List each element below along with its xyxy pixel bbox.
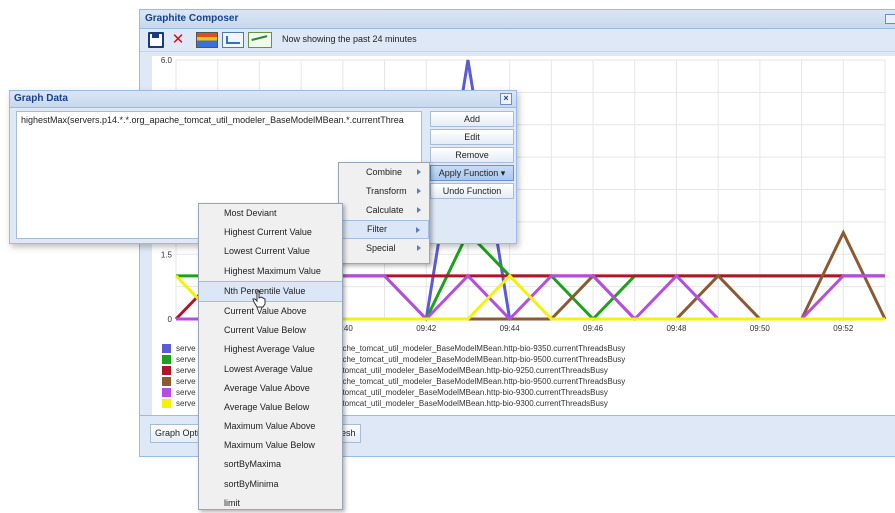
target-item[interactable]: highestMax(servers.p14.*.*.org_apache_to… (17, 112, 421, 128)
filter-menu-item[interactable]: Current Value Above (199, 302, 342, 321)
legend-item: serve _tomcat_util_modeler_BaseModelMBean… (162, 398, 608, 409)
x-tick-label: 09:52 (833, 324, 854, 333)
legend-label: serve (176, 388, 196, 397)
x-tick-label: 09:44 (500, 324, 521, 333)
composer-titlebar: Graphite Composer (140, 10, 895, 29)
x-tick-label: 09:50 (750, 324, 771, 333)
x-tick-label: 09:46 (583, 324, 604, 333)
filter-menu-item[interactable]: sortByMinima (199, 475, 342, 494)
window-restore-icon[interactable] (885, 14, 895, 24)
filter-submenu: Most Deviant Highest Current Value Lowest … (198, 203, 343, 510)
menu-item-label: Calculate (366, 205, 404, 215)
legend-item: serve ache_tomcat_util_modeler_BaseModelM… (162, 354, 625, 365)
legend-swatch (162, 344, 171, 353)
filter-menu-item[interactable]: Highest Average Value (199, 340, 342, 359)
filter-menu-item[interactable]: Current Value Below (199, 321, 342, 340)
save-icon[interactable] (148, 32, 164, 48)
hand-cursor-icon (252, 290, 266, 308)
apply-function-button[interactable]: Apply Function ▾ (430, 165, 514, 181)
chevron-right-icon (417, 245, 421, 251)
legend-series-name: ache_tomcat_util_modeler_BaseModelMBean.… (338, 355, 626, 364)
time-range-status: Now showing the past 24 minutes (282, 34, 417, 44)
chevron-right-icon (417, 188, 421, 194)
x-tick-label: 09:48 (666, 324, 687, 333)
dialog-title: Graph Data (14, 93, 68, 104)
legend-swatch (162, 388, 171, 397)
y-tick-label: 6.0 (161, 56, 173, 65)
delete-icon[interactable]: ✕ (170, 32, 186, 48)
filter-menu-item[interactable]: Highest Maximum Value (199, 262, 342, 281)
filter-menu-item[interactable]: Most Deviant (199, 204, 342, 223)
y-tick-label: 0 (168, 315, 173, 324)
filter-menu-item[interactable]: Nth Percentile Value (199, 280, 342, 302)
menu-item-label: Filter (367, 224, 387, 234)
dialog-titlebar: Graph Data × (10, 91, 516, 108)
legend-item: serve _tomcat_util_modeler_BaseModelMBean… (162, 365, 608, 376)
menu-item-label: Transform (366, 186, 407, 196)
legend-swatch (162, 377, 171, 386)
legend-label: serve (176, 399, 196, 408)
legend-swatch (162, 399, 171, 408)
legend-swatch (162, 366, 171, 375)
menu-item-label: Special (366, 243, 396, 253)
legend-swatch (162, 355, 171, 364)
filter-menu-item[interactable]: Average Value Above (199, 379, 342, 398)
menu-item-filter[interactable]: Filter (339, 220, 429, 239)
image-icon[interactable] (222, 32, 244, 48)
filter-menu-item[interactable]: Lowest Average Value (199, 360, 342, 379)
graph-icon[interactable] (248, 32, 272, 48)
chevron-right-icon (416, 227, 420, 233)
x-tick-label: 09:42 (416, 324, 437, 333)
menu-item-combine[interactable]: Combine (339, 163, 429, 182)
function-menu: Combine Transform Calculate Filter Speci… (338, 162, 430, 264)
composer-title: Graphite Composer (145, 13, 239, 24)
legend-label: serve (176, 377, 196, 386)
add-button[interactable]: Add (430, 111, 514, 127)
legend-label: serve (176, 355, 196, 364)
close-icon[interactable]: × (500, 93, 512, 105)
legend-label: serve (176, 366, 196, 375)
filter-menu-item[interactable]: Average Value Below (199, 398, 342, 417)
chevron-right-icon (417, 207, 421, 213)
legend-item: serve ache_tomcat_util_modeler_BaseModelM… (162, 343, 625, 354)
filter-menu-item[interactable]: Lowest Current Value (199, 242, 342, 261)
menu-item-transform[interactable]: Transform (339, 182, 429, 201)
apply-function-label: Apply Function (438, 168, 499, 178)
legend-series-name: ache_tomcat_util_modeler_BaseModelMBean.… (338, 377, 626, 386)
legend-item: serve ache_tomcat_util_modeler_BaseModelM… (162, 376, 625, 387)
filter-menu-item[interactable]: Maximum Value Below (199, 436, 342, 455)
y-tick-label: 1.5 (161, 250, 173, 259)
chart-icon[interactable] (196, 32, 218, 48)
undo-function-button[interactable]: Undo Function (430, 183, 514, 199)
menu-item-calculate[interactable]: Calculate (339, 201, 429, 220)
composer-toolbar: ✕ Now showing the past 24 minutes (140, 29, 895, 52)
filter-menu-item[interactable]: limit (199, 494, 342, 513)
remove-button[interactable]: Remove (430, 147, 514, 163)
graph-options-button[interactable]: Graph Opti (150, 424, 205, 443)
legend-series-name: ache_tomcat_util_modeler_BaseModelMBean.… (338, 344, 626, 353)
chevron-down-icon: ▾ (500, 168, 506, 178)
chart-legend: serve ache_tomcat_util_modeler_BaseModelM… (162, 343, 625, 409)
legend-series-name: _tomcat_util_modeler_BaseModelMBean.http… (338, 388, 608, 397)
filter-menu-item[interactable]: sortByMaxima (199, 455, 342, 474)
filter-menu-item[interactable]: Maximum Value Above (199, 417, 342, 436)
legend-label: serve (176, 344, 196, 353)
legend-series-name: _tomcat_util_modeler_BaseModelMBean.http… (338, 366, 608, 375)
filter-menu-item[interactable]: Highest Current Value (199, 223, 342, 242)
menu-item-label: Combine (366, 167, 403, 177)
menu-item-special[interactable]: Special (339, 239, 429, 258)
legend-series-name: _tomcat_util_modeler_BaseModelMBean.http… (338, 399, 608, 408)
legend-item: serve _tomcat_util_modeler_BaseModelMBean… (162, 387, 608, 398)
chevron-right-icon (417, 169, 421, 175)
edit-button[interactable]: Edit (430, 129, 514, 145)
